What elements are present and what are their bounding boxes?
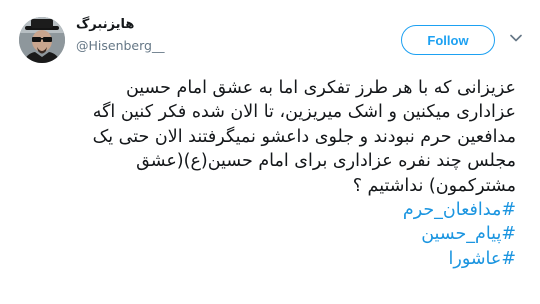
- tweet-line: عزاداری میکنین و اشک میریزین، تا الان شد…: [92, 102, 516, 123]
- handle[interactable]: @Hisenberg__: [76, 38, 164, 53]
- tweet-line: عزیزانی که با هر طرز تفکری اما به عشق ام…: [125, 78, 516, 98]
- tweet-text: عزیزانی که با هر طرز تفکری اما به عشق ام…: [16, 76, 516, 271]
- tweet-line: مدافعین حرم نبودند و جلوی داعشو نمیگرفتن…: [92, 126, 516, 147]
- avatar[interactable]: [19, 17, 65, 63]
- avatar-image: [19, 17, 65, 63]
- display-name[interactable]: هایزنبرگ: [76, 17, 134, 32]
- hashtag-link[interactable]: #پیام_حسین: [421, 224, 516, 244]
- chevron-down-icon[interactable]: [506, 28, 526, 48]
- hashtag-link[interactable]: #عاشورا: [449, 249, 516, 269]
- hashtag-link[interactable]: #مدافعان_حرم: [403, 200, 516, 220]
- tweet-line: مجلس چند نفره عزاداری برای امام حسین(ع)(…: [136, 151, 516, 172]
- tweet-line: مشترکمون) نداشتیم ؟: [352, 175, 516, 196]
- follow-button[interactable]: Follow: [401, 25, 495, 55]
